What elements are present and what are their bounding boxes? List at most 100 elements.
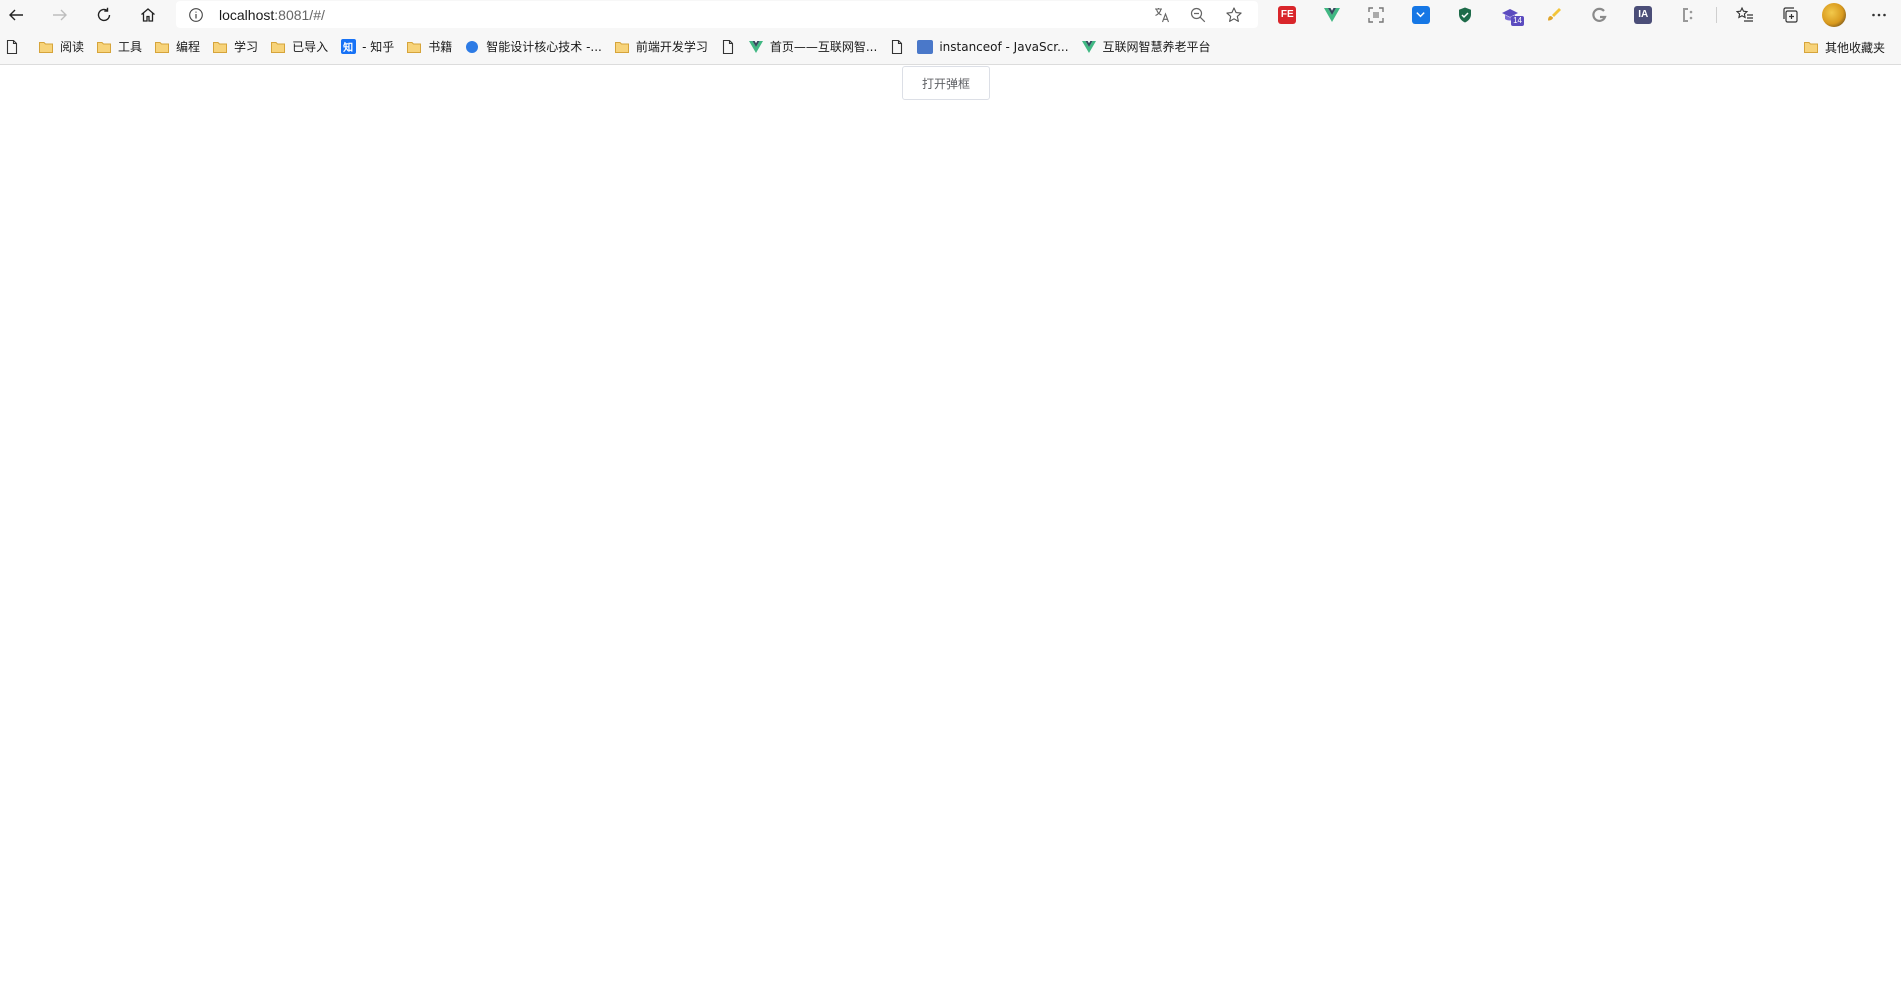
bookmark-label: 首页——互联网智... xyxy=(769,40,878,54)
folder-icon xyxy=(270,39,286,55)
favorites-button[interactable] xyxy=(1723,0,1768,29)
collections-button[interactable] xyxy=(1768,0,1813,29)
arrow-left-icon xyxy=(9,9,23,20)
extension-ia[interactable]: IA xyxy=(1621,0,1666,29)
bookmark-label: 书籍 xyxy=(428,40,453,54)
url-path: :8081/#/ xyxy=(274,6,325,23)
extension-adblock[interactable] xyxy=(1443,0,1488,29)
bookmark-label: - 知乎 xyxy=(362,40,395,54)
bookmark-folder-frontend[interactable]: 前端开发学习 xyxy=(608,35,714,59)
bookmark-label: instanceof - JavaScr... xyxy=(939,39,1069,54)
bookmark-blank-page[interactable] xyxy=(714,35,742,59)
folder-icon xyxy=(614,39,630,55)
download-icon xyxy=(1411,5,1430,24)
ia-icon: IA xyxy=(1634,5,1653,24)
favorites-list-icon xyxy=(1736,6,1754,22)
ia-label: IA xyxy=(1638,9,1649,20)
profile-button[interactable] xyxy=(1812,0,1857,29)
bookmark-label: 编程 xyxy=(176,40,201,54)
vue-icon xyxy=(1323,7,1340,22)
extension-code[interactable] xyxy=(1666,0,1711,29)
extension-grammar[interactable] xyxy=(1577,0,1622,29)
home-button[interactable] xyxy=(126,0,170,29)
translate-icon xyxy=(1155,7,1170,22)
g-letter-icon xyxy=(1592,7,1607,22)
folder-icon xyxy=(406,39,422,55)
info-icon[interactable] xyxy=(188,7,204,23)
bookmark-label: 互联网智慧养老平台 xyxy=(1102,40,1211,54)
bookmark-label: 学习 xyxy=(234,40,259,54)
bookmark-blank-page-2[interactable] xyxy=(883,35,911,59)
extension-brush[interactable] xyxy=(1532,0,1577,29)
shield-icon xyxy=(1459,7,1472,22)
back-button[interactable] xyxy=(0,0,38,29)
brush-icon xyxy=(1548,7,1562,20)
screen-capture-icon xyxy=(1368,6,1384,23)
folder-icon xyxy=(38,39,54,55)
fe-helper-icon: FE xyxy=(1278,5,1297,24)
extension-vue-devtools[interactable] xyxy=(1310,0,1355,29)
page-icon xyxy=(4,39,20,55)
site-icon xyxy=(464,39,480,55)
bookmark-label: 其他收藏夹 xyxy=(1824,40,1885,55)
refresh-button[interactable] xyxy=(82,0,126,29)
bookmark-page[interactable] xyxy=(2,35,32,59)
zoom-out-icon xyxy=(1190,7,1206,22)
bookmark-label: 已导入 xyxy=(292,40,329,54)
favorite-button[interactable] xyxy=(1216,1,1252,28)
bookmark-folder-imported[interactable]: 已导入 xyxy=(264,35,334,59)
extension-academic[interactable]: 14 xyxy=(1488,0,1533,29)
bookmark-folder-study[interactable]: 学习 xyxy=(206,35,264,59)
zhihu-icon: 知 xyxy=(340,39,356,55)
bookmark-other-favorites[interactable]: 其他收藏夹 xyxy=(1797,35,1891,59)
translate-button[interactable] xyxy=(1144,1,1180,28)
bookmark-instanceof[interactable]: instanceof - JavaScr... xyxy=(911,35,1074,59)
bookmark-label: 阅读 xyxy=(60,40,85,54)
browser-toolbar: localhost:8081/#/ FE 14 IA xyxy=(0,0,1901,29)
extension-downloader[interactable] xyxy=(1399,0,1444,29)
extension-screenshot[interactable] xyxy=(1354,0,1399,29)
bookmark-label: 工具 xyxy=(118,40,143,54)
extensions-bar: FE 14 IA xyxy=(1265,0,1901,29)
toolbar-separator xyxy=(1716,6,1717,23)
bookmarks-bar: 阅读 工具 编程 学习 已导入 知 - 知乎 书籍 智能设计核心技术 -... … xyxy=(0,29,1901,65)
bookmark-home-platform[interactable]: 首页——互联网智... xyxy=(742,35,883,59)
bookmark-folder-tools[interactable]: 工具 xyxy=(90,35,148,59)
fe-label: FE xyxy=(1280,9,1294,20)
home-icon xyxy=(141,7,155,22)
forward-button[interactable] xyxy=(38,0,82,29)
arrow-right-icon xyxy=(53,9,67,20)
extension-fe[interactable]: FE xyxy=(1265,0,1310,29)
more-menu-button[interactable] xyxy=(1857,0,1901,29)
address-bar[interactable]: localhost:8081/#/ xyxy=(176,1,1258,28)
folder-icon xyxy=(1803,39,1819,55)
collections-icon xyxy=(1783,6,1798,23)
bookmark-folder-reading[interactable]: 阅读 xyxy=(32,35,90,59)
extension-badge: 14 xyxy=(1511,16,1524,26)
bookmark-label: 智能设计核心技术 -... xyxy=(486,40,602,54)
folder-icon xyxy=(212,39,228,55)
open-dialog-button[interactable]: 打开弹框 xyxy=(902,66,990,100)
page-icon xyxy=(889,39,905,55)
bookmark-label: 前端开发学习 xyxy=(635,40,708,54)
code-icon xyxy=(1682,7,1693,22)
bookmark-folder-books[interactable]: 书籍 xyxy=(400,35,458,59)
refresh-icon xyxy=(97,7,111,21)
url-text[interactable]: localhost:8081/#/ xyxy=(219,7,325,23)
avatar xyxy=(1822,2,1847,27)
folder-icon xyxy=(154,39,170,55)
bookmark-elderly-care[interactable]: 互联网智慧养老平台 xyxy=(1075,35,1217,59)
zoom-button[interactable] xyxy=(1180,1,1216,28)
star-icon xyxy=(1226,6,1242,22)
vue-icon xyxy=(1081,39,1097,55)
bookmark-folder-programming[interactable]: 编程 xyxy=(148,35,206,59)
bookmark-smart-design[interactable]: 智能设计核心技术 -... xyxy=(458,35,608,59)
vue-icon xyxy=(748,39,764,55)
folder-icon xyxy=(96,39,112,55)
more-horizontal-icon xyxy=(1871,13,1886,16)
address-bar-actions xyxy=(1144,1,1252,28)
mdn-icon xyxy=(917,39,934,55)
url-host: localhost xyxy=(219,6,275,23)
bookmark-zhihu[interactable]: 知 - 知乎 xyxy=(334,35,400,59)
page-icon xyxy=(720,39,736,55)
